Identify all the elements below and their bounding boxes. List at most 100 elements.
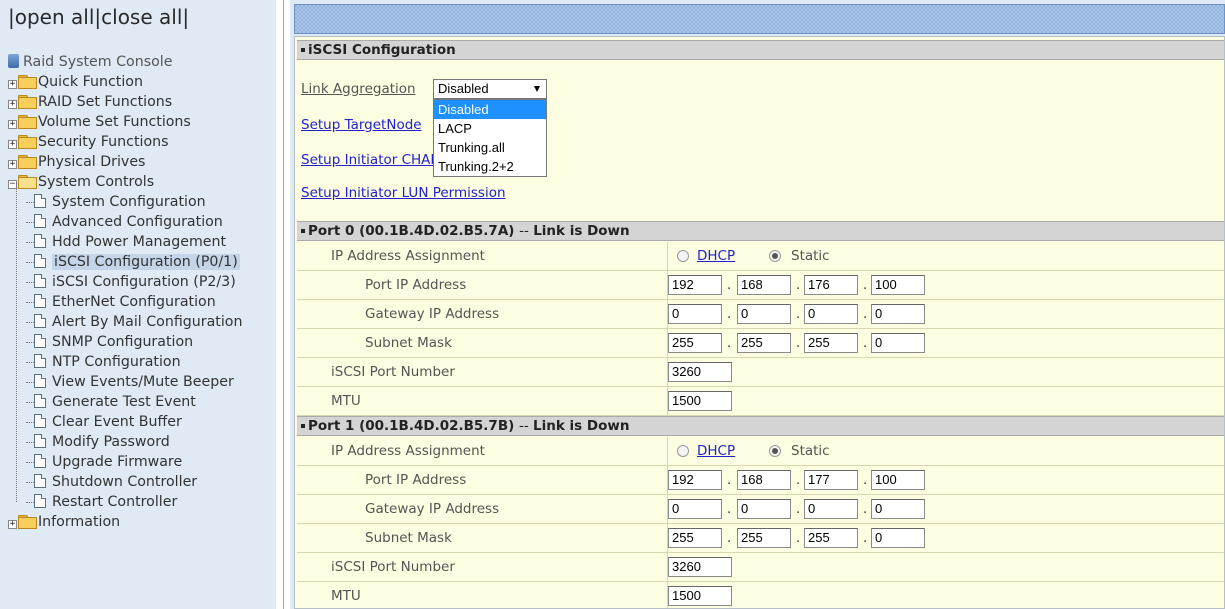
subnet-mask-label: Subnet Mask (365, 335, 452, 351)
gateway-ip-octet-2[interactable]: 0 (737, 499, 791, 519)
port-ip-octet-4[interactable]: 100 (871, 275, 925, 295)
status-prefix: -- (519, 223, 529, 239)
mtu-input[interactable]: 1500 (668, 586, 732, 606)
port-ip-octet-1[interactable]: 192 (668, 275, 722, 295)
tree-item-generate-test-event[interactable]: Generate Test Event (8, 392, 276, 412)
dhcp-label[interactable]: DHCP (697, 242, 735, 270)
gateway-ip-octet-4[interactable]: 0 (871, 304, 925, 324)
setup-initiator-chap-link[interactable]: Setup Initiator CHAP (301, 152, 439, 168)
dot-separator: . (727, 307, 732, 322)
gateway-ip-octet-3[interactable]: 0 (804, 304, 858, 324)
tree-item-advanced-configuration[interactable]: Advanced Configuration (8, 212, 276, 232)
link-status: -- Link is Down (519, 418, 630, 434)
tree-item-system-configuration[interactable]: System Configuration (8, 192, 276, 212)
dropdown-arrow-icon (534, 86, 540, 92)
page-icon (34, 354, 46, 368)
gateway-ip-octet-2[interactable]: 0 (737, 304, 791, 324)
row-subnet-mask: Subnet Mask 255 . 255 . 255 . 0 (297, 329, 1224, 358)
tree-item-label: EtherNet Configuration (52, 294, 216, 310)
subnet-octet-4[interactable]: 0 (871, 333, 925, 353)
option-trunking-all[interactable]: Trunking.all (434, 138, 546, 157)
expand-icon[interactable]: + (8, 100, 17, 109)
iscsi-configuration-panel: iSCSI Configuration Link Aggregation Dis… (294, 36, 1225, 609)
expand-icon[interactable]: + (8, 520, 17, 529)
tree-group-quick-function[interactable]: + Quick Function (8, 72, 276, 92)
row-mtu: MTU 1500 (297, 387, 1224, 416)
subnet-octet-3[interactable]: 255 (804, 333, 858, 353)
dhcp-radio[interactable] (677, 250, 689, 262)
dot-separator: . (863, 278, 868, 293)
frame-divider[interactable] (276, 0, 290, 609)
port-ip-octet-3[interactable]: 177 (804, 470, 858, 490)
port-ip-octet-2[interactable]: 168 (737, 470, 791, 490)
tree-item-shutdown-controller[interactable]: Shutdown Controller (8, 472, 276, 492)
mtu-label: MTU (331, 588, 361, 604)
mtu-input[interactable]: 1500 (668, 391, 732, 411)
subnet-octet-4[interactable]: 0 (871, 528, 925, 548)
tree-item-snmp-configuration[interactable]: SNMP Configuration (8, 332, 276, 352)
tree-item-label: Upgrade Firmware (52, 454, 183, 470)
page-icon (34, 394, 46, 408)
iscsi-port-input[interactable]: 3260 (668, 557, 732, 577)
port-ip-octet-3[interactable]: 176 (804, 275, 858, 295)
port-ip-label: Port IP Address (365, 472, 467, 488)
link-aggregation-label[interactable]: Link Aggregation (301, 81, 416, 97)
tree-item-label: Restart Controller (52, 494, 178, 510)
tree-item-modify-password[interactable]: Modify Password (8, 432, 276, 452)
tree-item-ethernet-configuration[interactable]: EtherNet Configuration (8, 292, 276, 312)
option-trunking-2-2[interactable]: Trunking.2+2 (434, 157, 546, 176)
subnet-octet-2[interactable]: 255 (737, 528, 791, 548)
dhcp-label[interactable]: DHCP (697, 437, 735, 465)
gateway-ip-octet-1[interactable]: 0 (668, 304, 722, 324)
tree-item-clear-event-buffer[interactable]: Clear Event Buffer (8, 412, 276, 432)
tree-root[interactable]: Raid System Console (8, 52, 276, 72)
setup-initiator-lun-link[interactable]: Setup Initiator LUN Permission (301, 185, 506, 201)
open-all-link[interactable]: open all (15, 5, 95, 29)
setup-target-node-link[interactable]: Setup TargetNode (301, 117, 422, 133)
tree-group-volume-set-functions[interactable]: + Volume Set Functions (8, 112, 276, 132)
folder-icon (18, 155, 37, 169)
gateway-ip-octet-1[interactable]: 0 (668, 499, 722, 519)
expand-icon[interactable]: + (8, 160, 17, 169)
tree-item-iscsi-p01[interactable]: iSCSI Configuration (P0/1) (8, 252, 276, 272)
ip-assignment-label: IP Address Assignment (331, 443, 485, 459)
gateway-ip-octet-3[interactable]: 0 (804, 499, 858, 519)
tree-group-physical-drives[interactable]: + Physical Drives (8, 152, 276, 172)
subnet-octet-1[interactable]: 255 (668, 333, 722, 353)
expand-icon[interactable]: + (8, 140, 17, 149)
tree-group-information[interactable]: + Information (8, 512, 276, 532)
port-ip-octet-4[interactable]: 100 (871, 470, 925, 490)
port-ip-octet-1[interactable]: 192 (668, 470, 722, 490)
console-tree: Raid System Console + Quick Function + RAI… (8, 52, 276, 532)
link-aggregation-dropdown-list: Disabled LACP Trunking.all Trunking.2+2 (433, 99, 547, 177)
tree-item-upgrade-firmware[interactable]: Upgrade Firmware (8, 452, 276, 472)
iscsi-port-input[interactable]: 3260 (668, 362, 732, 382)
ip-assignment-label: IP Address Assignment (331, 248, 485, 264)
tree-item-label: iSCSI Configuration (P0/1) (52, 254, 240, 270)
tree-item-hdd-power-management[interactable]: Hdd Power Management (8, 232, 276, 252)
option-disabled[interactable]: Disabled (434, 100, 546, 119)
static-radio[interactable] (769, 445, 781, 457)
tree-item-restart-controller[interactable]: Restart Controller (8, 492, 276, 512)
tree-group-security-functions[interactable]: + Security Functions (8, 132, 276, 152)
tree-item-alert-by-mail[interactable]: Alert By Mail Configuration (8, 312, 276, 332)
expand-icon[interactable]: + (8, 120, 17, 129)
tree-group-raid-set-functions[interactable]: + RAID Set Functions (8, 92, 276, 112)
static-radio[interactable] (769, 250, 781, 262)
close-all-link[interactable]: close all (101, 5, 182, 29)
tree-item-ntp-configuration[interactable]: NTP Configuration (8, 352, 276, 372)
option-lacp[interactable]: LACP (434, 119, 546, 138)
port-ip-octet-2[interactable]: 168 (737, 275, 791, 295)
dhcp-radio[interactable] (677, 445, 689, 457)
row-iscsi-port: iSCSI Port Number 3260 (297, 553, 1224, 582)
status-text: Link is Down (533, 418, 630, 434)
tree-group-system-controls[interactable]: − System Controls (8, 172, 276, 192)
gateway-ip-octet-4[interactable]: 0 (871, 499, 925, 519)
tree-item-view-events[interactable]: View Events/Mute Beeper (8, 372, 276, 392)
tree-item-iscsi-p23[interactable]: iSCSI Configuration (P2/3) (8, 272, 276, 292)
subnet-octet-1[interactable]: 255 (668, 528, 722, 548)
subnet-octet-2[interactable]: 255 (737, 333, 791, 353)
link-aggregation-select[interactable]: Disabled (433, 79, 547, 99)
subnet-octet-3[interactable]: 255 (804, 528, 858, 548)
expand-icon[interactable]: + (8, 80, 17, 89)
